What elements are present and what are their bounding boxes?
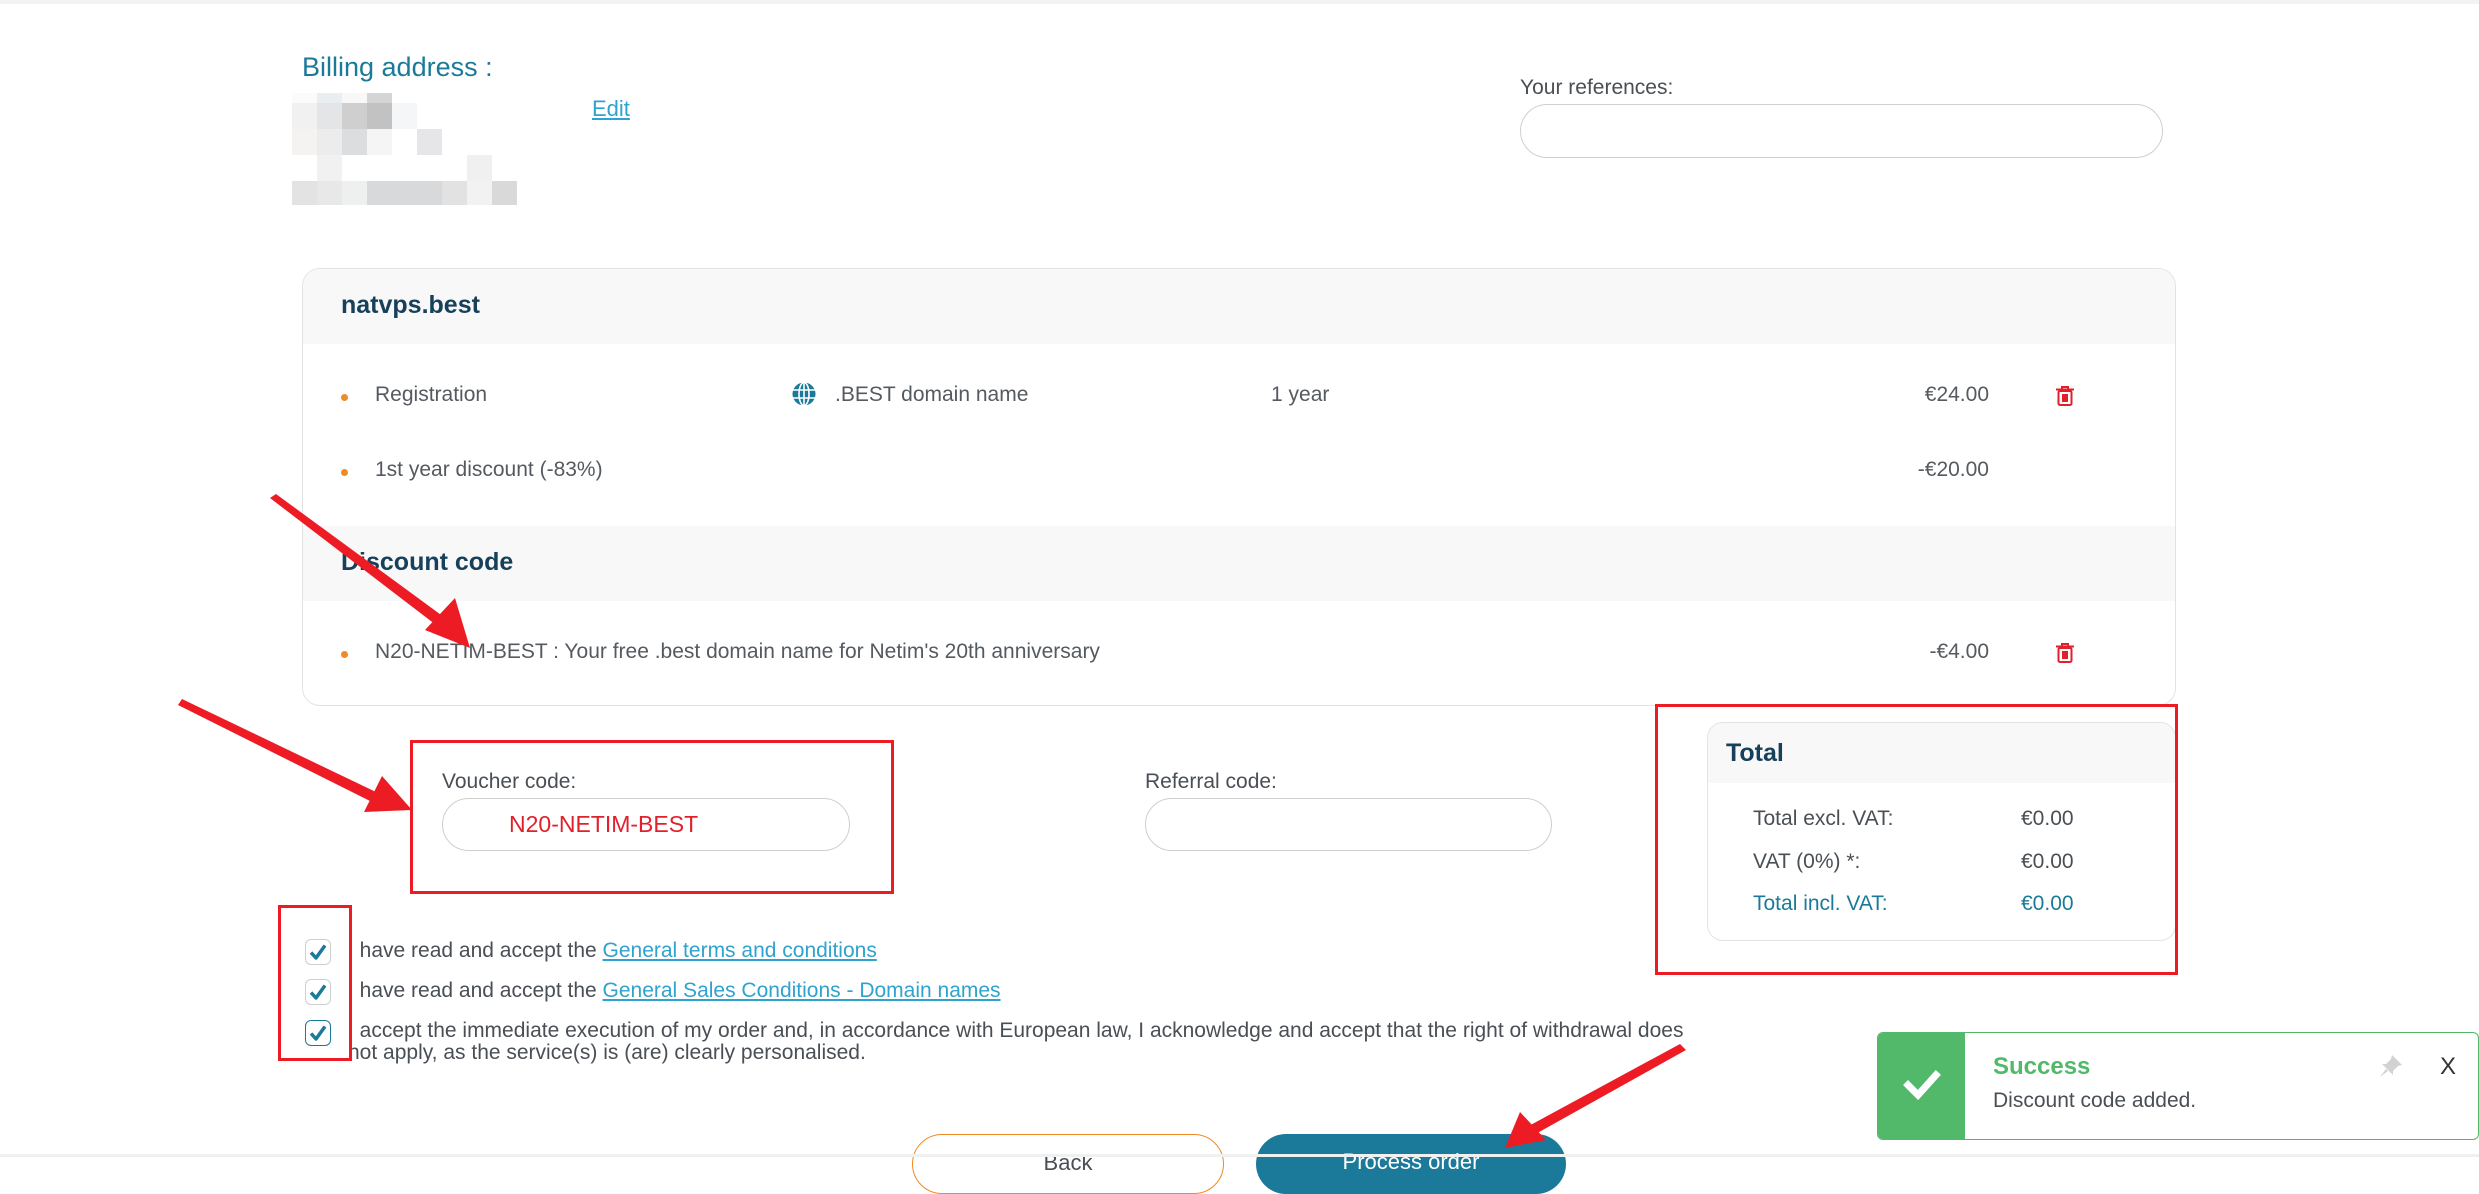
line-price: -€4.00 — [1929, 640, 1989, 663]
checkmark-icon — [309, 944, 327, 960]
order-summary-card: natvps.best Registration .BEST domain na… — [302, 268, 2176, 706]
total-incl-vat-row: Total incl. VAT: €0.00 — [1753, 892, 2153, 916]
edit-billing-address-link[interactable]: Edit — [592, 96, 630, 122]
success-toast: Success Discount code added. X — [1877, 1032, 2479, 1140]
bullet-icon — [341, 394, 348, 401]
accept-sales-conditions-checkbox[interactable] — [305, 979, 331, 1005]
delete-registration-button[interactable] — [2055, 385, 2075, 407]
discount-code-header: Discount code — [303, 526, 2175, 601]
checkmark-icon — [309, 1025, 327, 1041]
sales-conditions-link[interactable]: General Sales Conditions - Domain names — [603, 979, 1001, 1002]
your-references-label: Your references: — [1520, 76, 1674, 99]
trash-icon — [2056, 386, 2074, 406]
total-row-value: €0.00 — [2021, 892, 2074, 915]
check-icon — [1903, 1070, 1941, 1101]
billing-address-title: Billing address : — [302, 52, 493, 82]
sales-conditions-text: I have read and accept the General Sales… — [348, 979, 1001, 1003]
checkmark-icon — [309, 984, 327, 1000]
toast-message: Discount code added. — [1993, 1089, 2197, 1112]
domain-title: natvps.best — [341, 291, 480, 319]
terms-line: I accept the immediate execution of my o… — [348, 1019, 1684, 1042]
line-price: -€20.00 — [1917, 458, 1989, 481]
line-product: .BEST domain name — [835, 383, 1029, 406]
bullet-icon — [341, 469, 348, 476]
total-header: Total — [1708, 723, 2175, 783]
total-title: Total — [1726, 739, 1784, 767]
discount-code-title: Discount code — [341, 548, 514, 576]
total-row-value: €0.00 — [2021, 807, 2074, 830]
terms-prefix: I have read and accept the — [348, 979, 603, 1002]
discount-code-line: N20-NETIM-BEST : Your free .best domain … — [303, 638, 2175, 668]
voucher-code-label: Voucher code: — [442, 770, 577, 793]
immediate-execution-text: I accept the immediate execution of my o… — [348, 1020, 1683, 1064]
domain-header: natvps.best — [303, 269, 2175, 344]
general-terms-link[interactable]: General terms and conditions — [603, 939, 877, 962]
vat-row: VAT (0%) *: €0.00 — [1753, 850, 2153, 874]
line-period: 1 year — [1271, 383, 1330, 406]
your-references-input[interactable] — [1520, 104, 2163, 158]
back-button[interactable]: Back — [912, 1134, 1224, 1194]
total-excl-vat-row: Total excl. VAT: €0.00 — [1753, 807, 2153, 831]
accept-immediate-execution-checkbox[interactable] — [305, 1020, 331, 1046]
bullet-icon — [341, 651, 348, 658]
toast-close-button[interactable]: X — [2440, 1053, 2456, 1081]
pin-icon[interactable] — [2378, 1053, 2404, 1079]
accept-general-terms-checkbox[interactable] — [305, 939, 331, 965]
voucher-code-input[interactable] — [442, 798, 850, 851]
top-divider — [0, 0, 2479, 4]
process-order-button[interactable]: Process order — [1256, 1134, 1566, 1194]
general-terms-text: I have read and accept the General terms… — [348, 939, 877, 963]
terms-prefix: I have read and accept the — [348, 939, 603, 962]
total-card: Total Total excl. VAT: €0.00 VAT (0%) *:… — [1707, 722, 2176, 941]
referral-code-label: Referral code: — [1145, 770, 1277, 793]
billing-address-redacted — [292, 93, 517, 205]
line-label: 1st year discount (-83%) — [375, 458, 603, 481]
trash-icon — [2056, 643, 2074, 663]
terms-line: not apply, as the service(s) is (are) cl… — [348, 1041, 866, 1064]
order-line-registration: Registration .BEST domain name 1 year €2… — [303, 381, 2175, 411]
total-row-label: Total incl. VAT: — [1753, 892, 1888, 915]
line-label: Registration — [375, 383, 488, 406]
total-row-label: Total excl. VAT: — [1753, 807, 1894, 830]
toast-status-strip — [1878, 1033, 1965, 1139]
order-line-discount: 1st year discount (-83%) -€20.00 — [303, 456, 2175, 486]
total-row-value: €0.00 — [2021, 850, 2074, 873]
globe-icon — [791, 381, 817, 407]
line-price: €24.00 — [1924, 383, 1989, 406]
referral-code-input[interactable] — [1145, 798, 1552, 851]
annotation-arrow-voucher — [178, 699, 412, 812]
toast-title: Success — [1993, 1053, 2091, 1080]
line-label: N20-NETIM-BEST : Your free .best domain … — [375, 640, 1100, 663]
delete-discount-button[interactable] — [2055, 642, 2075, 664]
total-row-label: VAT (0%) *: — [1753, 850, 1861, 873]
